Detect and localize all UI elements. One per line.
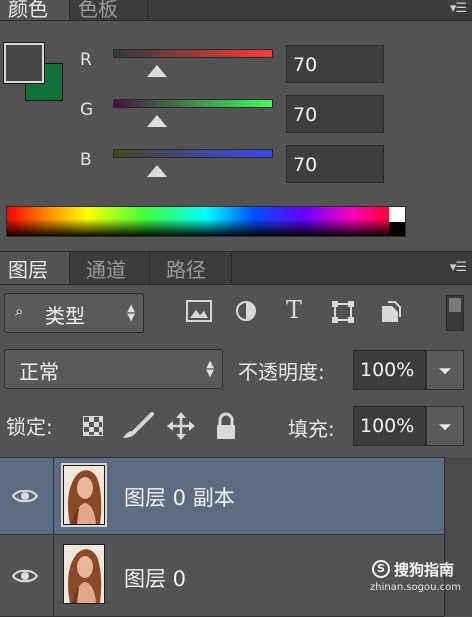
blend-mode-dropdown[interactable]: 正常 ▲ ▼ [4, 349, 223, 389]
lock-image-pixels-icon[interactable] [120, 412, 154, 444]
tab-channels[interactable]: 通道 [78, 252, 150, 284]
lock-label: 锁定: [6, 415, 53, 439]
color-spectrum-ramp[interactable] [6, 206, 406, 237]
layer-row-copy[interactable]: 图层 0 副本 [0, 458, 444, 535]
tab-paths-label: 路径 [166, 257, 206, 282]
tab-layers-label: 图层 [8, 257, 48, 282]
tab-layers[interactable]: 图层 [0, 252, 70, 284]
white-black-chip[interactable] [389, 207, 405, 236]
tab-color[interactable]: 颜色 [0, 0, 70, 21]
opacity-label: 不透明度: [238, 360, 325, 384]
tab-swatches-label: 色板 [78, 0, 118, 21]
fill-field[interactable]: 100% [353, 406, 426, 446]
visibility-toggle[interactable] [0, 458, 54, 534]
tab-swatches[interactable]: 色板 [70, 0, 148, 21]
watermark-logo-icon: S [372, 560, 390, 578]
layers-panel-menu-icon[interactable]: ▾☰ [450, 260, 467, 275]
tab-paths[interactable]: 路径 [158, 252, 232, 284]
layer-filter-dropdown[interactable]: ⌕ 类型 ▲ ▼ [4, 293, 144, 333]
layer-thumbnail[interactable] [61, 463, 107, 527]
layer-name[interactable]: 图层 0 [124, 563, 186, 593]
visibility-toggle[interactable] [0, 536, 54, 616]
red-channel-label: R [80, 50, 92, 70]
blend-mode-label: 正常 [19, 360, 59, 384]
green-slider-handle[interactable] [147, 115, 167, 127]
blue-channel-label: B [80, 150, 92, 170]
dropdown-arrows-icon: ▲ ▼ [127, 303, 135, 323]
blue-channel-slider[interactable] [113, 149, 273, 158]
opacity-field[interactable]: 100% [353, 350, 426, 390]
green-channel-label: G [80, 100, 94, 120]
dropdown-arrows-icon: ▲ ▼ [206, 359, 214, 379]
adjustment-filter-icon[interactable] [232, 300, 260, 327]
watermark-url: zhinan.sogou.com [370, 582, 462, 593]
color-panel-tabbar: 颜色 色板 ▾☰ [0, 0, 472, 21]
fill-dropdown-button[interactable] [426, 406, 464, 446]
foreground-color-swatch[interactable] [3, 42, 45, 84]
red-value-field[interactable]: 70 [286, 45, 384, 83]
watermark: S 搜狗指南 zhinan.sogou.com [370, 558, 470, 614]
tab-color-label: 颜色 [8, 0, 48, 21]
opacity-dropdown-button[interactable] [426, 350, 464, 390]
lock-all-icon[interactable] [215, 412, 237, 444]
red-slider-handle[interactable] [147, 65, 167, 77]
layer-thumbnail[interactable] [63, 544, 105, 604]
blue-slider-handle[interactable] [147, 165, 167, 177]
shape-filter-icon[interactable] [329, 300, 357, 329]
eye-icon [12, 489, 38, 503]
red-channel-slider[interactable] [113, 49, 273, 58]
green-value-field[interactable]: 70 [286, 95, 384, 133]
smart-object-filter-icon[interactable] [377, 300, 405, 329]
lock-transparent-pixels-icon[interactable] [83, 416, 103, 436]
blue-value-field[interactable]: 70 [286, 145, 384, 183]
watermark-title: 搜狗指南 [394, 561, 455, 579]
tab-channels-label: 通道 [86, 257, 126, 282]
layer-filter-label: 类型 [45, 304, 85, 328]
image-filter-icon[interactable] [185, 300, 213, 327]
type-filter-icon[interactable]: T [280, 296, 308, 324]
filter-toggle-switch[interactable] [446, 295, 464, 331]
layers-panel-tabbar: 图层 通道 路径 ▾☰ [0, 251, 472, 285]
fill-label: 填充: [288, 417, 335, 441]
eye-icon [12, 569, 38, 583]
search-icon: ⌕ [15, 302, 24, 320]
lock-position-icon[interactable] [167, 412, 195, 444]
green-channel-slider[interactable] [113, 99, 273, 108]
layer-name[interactable]: 图层 0 副本 [124, 482, 235, 512]
panel-menu-icon[interactable]: ▾☰ [450, 1, 467, 16]
